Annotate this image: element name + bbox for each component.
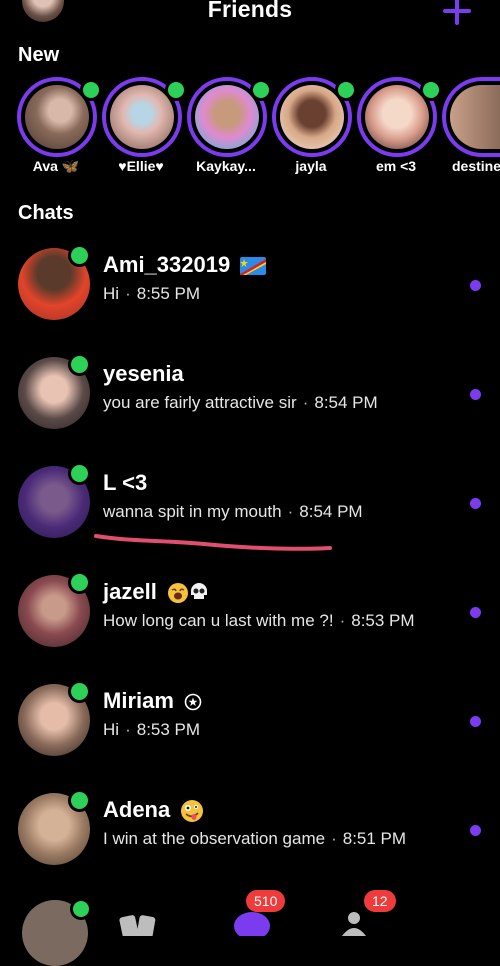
unread-indicator bbox=[470, 389, 481, 400]
unread-indicator bbox=[470, 498, 481, 509]
online-indicator bbox=[68, 789, 91, 812]
cards-icon[interactable] bbox=[118, 912, 160, 936]
chat-preview: Hi · 8:55 PM bbox=[103, 284, 201, 303]
chat-name: Miriam bbox=[103, 688, 202, 714]
chat-preview: you are fairly attractive sir · 8:54 PM bbox=[103, 393, 378, 412]
online-indicator bbox=[68, 462, 91, 485]
chat-row[interactable]: Adena I win at the observation game · 8:51… bbox=[0, 789, 500, 893]
bottom-tab-bar: 510 12 bbox=[0, 890, 500, 936]
stories-row[interactable]: Ava 🦋 ♥Ellie♥ Kaykay... jayla em <3 dest… bbox=[0, 76, 500, 186]
chats-section-label: Chats bbox=[18, 202, 74, 224]
plus-icon[interactable] bbox=[440, 0, 474, 28]
friends-badge: 12 bbox=[364, 890, 396, 912]
chat-preview: Hi · 8:53 PM bbox=[103, 720, 201, 739]
online-indicator bbox=[420, 79, 442, 101]
online-indicator bbox=[250, 79, 272, 101]
online-indicator bbox=[80, 79, 102, 101]
friends-icon[interactable] bbox=[340, 910, 376, 936]
avatar bbox=[365, 85, 429, 149]
chat-name: yesenia bbox=[103, 361, 184, 386]
chat-row[interactable]: jazell How long can u last with me ?! · 8:… bbox=[0, 571, 500, 675]
unread-indicator bbox=[470, 825, 481, 836]
underline-annotation bbox=[94, 534, 332, 551]
zany-face-icon bbox=[181, 800, 204, 823]
chat-preview: I win at the observation game · 8:51 PM bbox=[103, 829, 407, 848]
avatar bbox=[195, 85, 259, 149]
chat-name: Adena bbox=[103, 797, 204, 823]
chat-name: jazell bbox=[103, 579, 211, 605]
chat-row[interactable]: Ami_332019 Hi · 8:55 PM bbox=[0, 244, 500, 348]
online-indicator bbox=[68, 353, 91, 376]
online-indicator bbox=[68, 571, 91, 594]
chat-name: Ami_332019 bbox=[103, 252, 267, 278]
unread-indicator bbox=[470, 607, 481, 618]
chat-name: L <3 bbox=[103, 470, 148, 495]
chat-preview: How long can u last with me ?! · 8:53 PM bbox=[103, 611, 415, 630]
chat-bubble-icon[interactable] bbox=[232, 910, 272, 936]
yawning-face-and-skull-icons bbox=[167, 583, 207, 604]
online-indicator bbox=[335, 79, 357, 101]
online-indicator bbox=[68, 244, 91, 267]
chat-preview: wanna spit in my mouth · 8:54 PM bbox=[103, 502, 363, 521]
new-section-label: New bbox=[18, 44, 60, 66]
chats-unread-badge: 510 bbox=[246, 890, 286, 912]
avatar bbox=[110, 85, 174, 149]
avatar bbox=[280, 85, 344, 149]
header: Friends bbox=[0, 0, 500, 30]
online-indicator bbox=[165, 79, 187, 101]
page-title: Friends bbox=[207, 0, 293, 22]
congo-flag-icon bbox=[240, 257, 267, 276]
unread-indicator bbox=[470, 716, 481, 727]
star-circle-icon bbox=[184, 693, 202, 711]
story-name: destine bbox=[451, 158, 500, 174]
chat-row[interactable]: yesenia you are fairly attractive sir · 8:… bbox=[0, 353, 500, 457]
unread-indicator bbox=[470, 280, 481, 291]
online-indicator bbox=[68, 680, 91, 703]
chat-row[interactable]: Miriam Hi · 8:53 PM bbox=[0, 680, 500, 784]
avatar bbox=[25, 85, 89, 149]
